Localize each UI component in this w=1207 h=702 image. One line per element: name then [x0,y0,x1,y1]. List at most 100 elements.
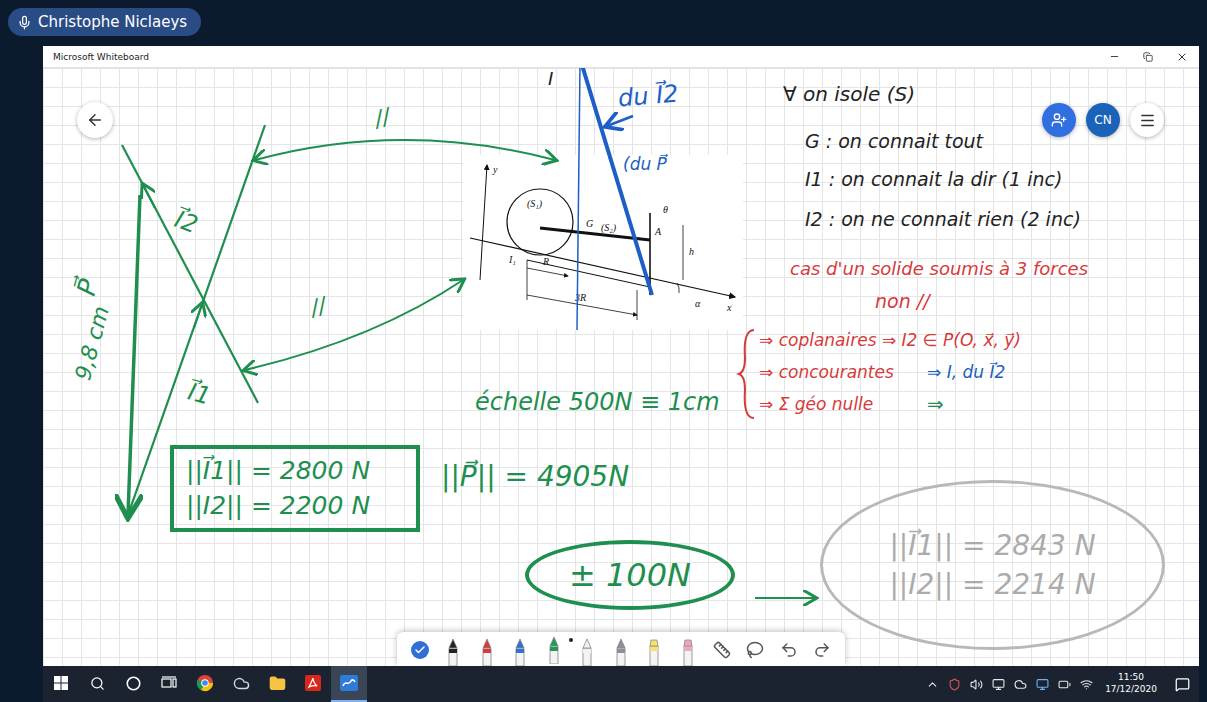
highlighter-button[interactable] [673,634,703,666]
whiteboard-app-icon [340,675,358,691]
tolerance-text: ± 100N [569,556,691,594]
taskbar-button[interactable] [295,666,331,702]
ink-note[interactable]: ⇒ [927,392,944,416]
taskbar-button[interactable] [259,666,295,702]
computed-line: ||I2|| = 2214 N [889,568,1095,601]
ink-note[interactable]: // [372,104,393,133]
figure-image[interactable]: y⃗(S₁)G(S₂)AθhI₁R3Rαx⃗ [463,155,743,330]
pen-button[interactable] [606,634,636,666]
ink-note[interactable]: G : on connait tout [805,130,983,153]
ink-note[interactable]: 9,8 cm [70,303,115,383]
shield-icon [948,678,961,691]
ink-note[interactable]: (du P⃗ [623,154,667,174]
clock[interactable]: 11:5017/12/2020 [1097,666,1165,702]
ink-note[interactable]: du I⃗2 [617,79,680,113]
ink-note[interactable]: I⃗2 [171,205,202,240]
invite-button[interactable] [1042,103,1076,137]
taskbar-button[interactable] [187,666,223,702]
battery-icon [1058,678,1071,691]
ink-note[interactable]: ⇒ concourantes [759,362,894,382]
lasso-button[interactable] [740,634,770,666]
highlighter-button[interactable] [639,634,669,666]
figure-label: G [586,218,593,229]
check-icon [414,644,426,656]
restore-button[interactable] [1131,46,1165,67]
tolerance-ellipse[interactable]: ± 100N [525,540,735,610]
folder-icon [269,675,286,692]
pen-icon [513,638,527,666]
pen-button[interactable] [539,632,569,664]
tray-item[interactable] [1075,666,1097,702]
pen-icon [480,638,494,666]
taskbar-button[interactable] [331,666,367,702]
ink-note[interactable]: ⇒ coplanaires ⇒ I2 ∈ P(O, x⃗, y⃗) [759,330,1021,350]
menu-icon [1139,112,1156,129]
taskbar-button[interactable] [115,666,151,702]
result-box[interactable]: ||I⃗1|| = 2800 N||I2|| = 2200 N [170,445,420,532]
taskbar-button[interactable] [79,666,115,702]
pen-button[interactable] [472,634,502,666]
ink-note[interactable]: cas d'un solide soumis à 3 forces [790,258,1088,280]
back-button[interactable] [77,102,113,138]
ink-note[interactable]: P⃗ [71,276,105,299]
ink-note[interactable]: ⇒ Σ géo nulle [759,394,873,414]
tray-item[interactable] [1053,666,1075,702]
figure-label: A [654,226,662,237]
computed-line: ||I⃗1|| = 2843 N [889,529,1095,562]
menu-button[interactable] [1130,103,1164,137]
pen-icon [580,638,594,666]
ink-note[interactable]: ||P⃗|| = 4905N [441,460,629,494]
ink-note[interactable]: ⇒ I, du I⃗2 [927,362,1005,382]
notifications-button[interactable] [1165,666,1199,702]
search-icon [90,676,105,691]
task-view-icon [161,676,177,690]
pen-icon [614,638,628,666]
tray-item[interactable] [987,666,1009,702]
tray-item[interactable] [943,666,965,702]
ink-note[interactable]: I1 : on connait la dir (1 inc) [805,168,1062,191]
minimize-button[interactable] [1097,46,1131,67]
whiteboard-canvas[interactable]: y⃗(S₁)G(S₂)AθhI₁R3Rαx⃗Idu I⃗2(du P⃗////I… [43,68,1199,666]
figure-label: x⃗ [726,302,739,313]
figure-label: y⃗ [492,164,505,175]
window-title: Microsoft Whiteboard [53,52,149,62]
onedrive-icon [1014,678,1027,691]
figure-label: θ [663,204,668,215]
ink-note[interactable]: // [308,293,329,322]
close-button[interactable] [1165,46,1199,67]
ink-toggle-button[interactable] [405,634,435,666]
presenter-pill: Christophe Niclaeys [8,8,201,36]
ink-note[interactable]: échelle 500N ≡ 1cm [475,388,720,417]
presenter-name: Christophe Niclaeys [38,13,187,31]
tray-expand[interactable] [921,666,943,702]
tray-item[interactable] [1031,666,1053,702]
pen-button[interactable] [438,634,468,666]
ink-note[interactable]: ∀ on isole (S) [783,82,915,106]
avatar-button[interactable]: CN [1086,103,1120,137]
undo-button[interactable] [774,634,804,666]
taskbar-button[interactable] [151,666,187,702]
restore-icon [1143,52,1153,62]
ruler-button[interactable] [707,634,737,666]
redo-button[interactable] [807,634,837,666]
ink-note[interactable]: I [548,68,553,90]
pen-button[interactable] [505,634,535,666]
ink-note[interactable]: I⃗1 [185,378,214,412]
back-arrow-icon [86,111,104,129]
line-i2 [122,145,258,403]
tray-item[interactable] [1009,666,1031,702]
figure-label: (S₂) [601,222,617,234]
highlighter-icon [681,638,695,666]
figure-label: (S₁) [527,198,543,210]
ink-note[interactable]: non // [875,290,930,313]
wifi-icon [1080,678,1093,691]
redo-icon [813,641,831,659]
problem-figure: y⃗(S₁)G(S₂)AθhI₁R3Rαx⃗ [463,155,743,330]
tray-item[interactable] [965,666,987,702]
taskbar-button[interactable] [223,666,259,702]
pen-button[interactable] [572,634,602,666]
computed-ellipse[interactable]: ||I⃗1|| = 2843 N ||I2|| = 2214 N [820,480,1165,650]
window-controls [1097,46,1199,67]
taskbar-button[interactable] [43,666,79,702]
ink-note[interactable]: I2 : on ne connait rien (2 inc) [805,208,1081,231]
